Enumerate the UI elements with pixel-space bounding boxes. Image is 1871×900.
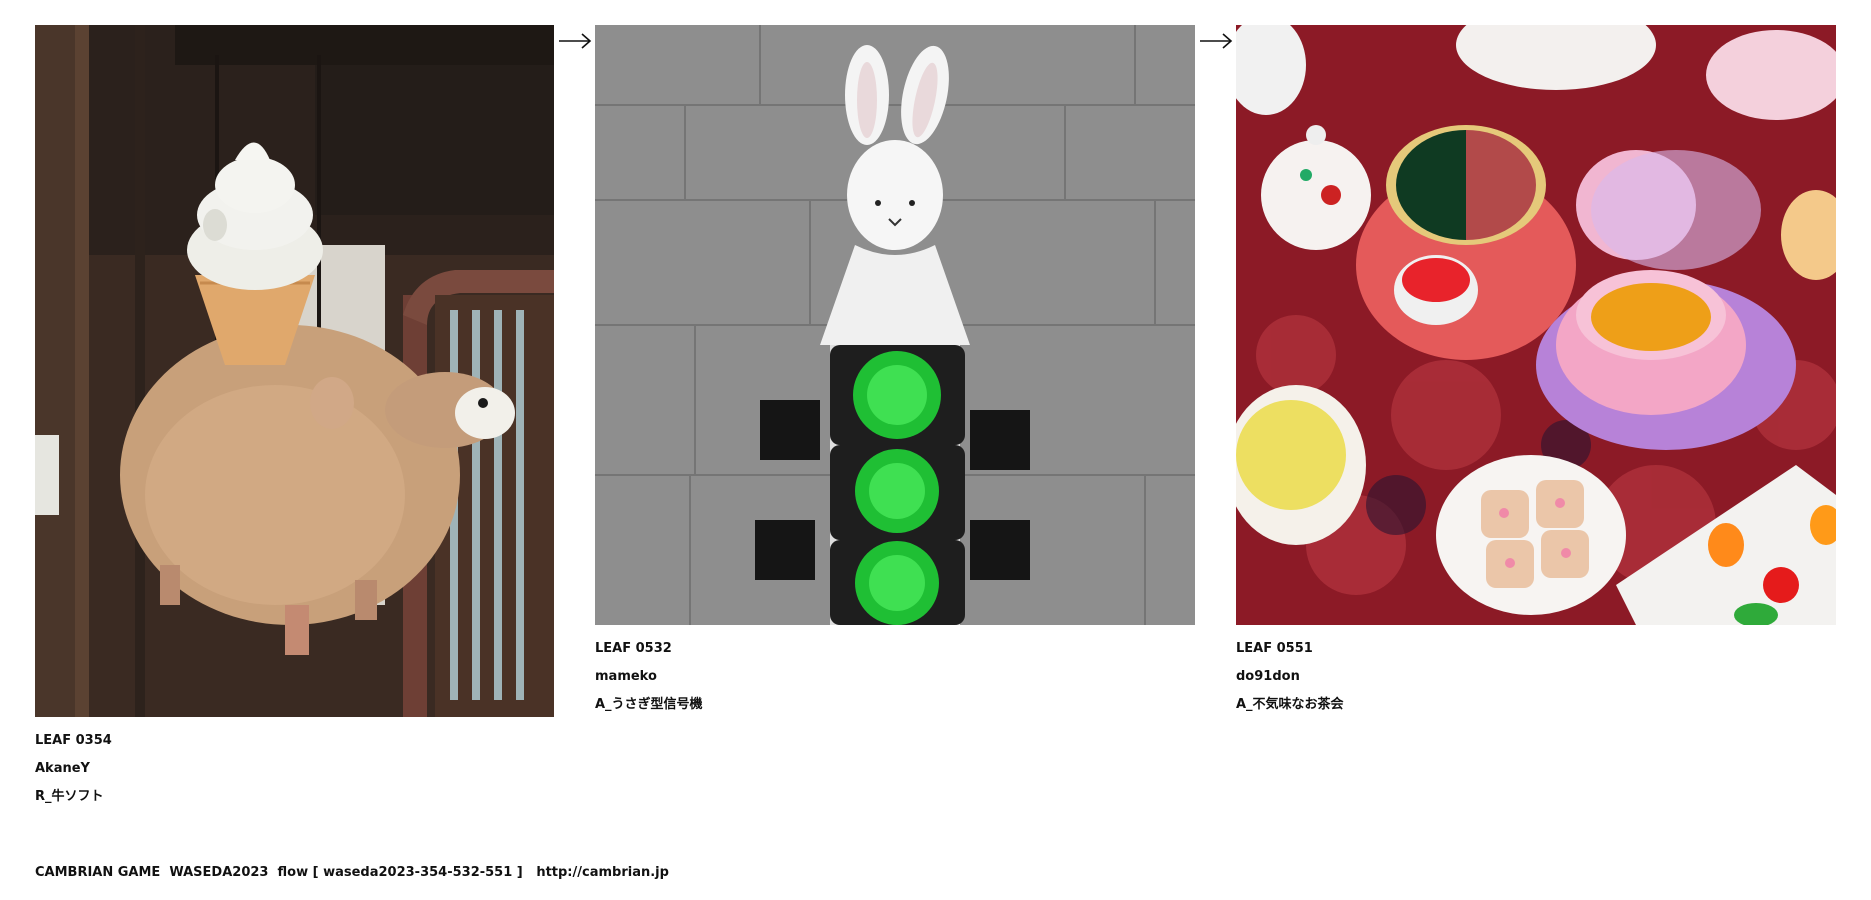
leaf-number: LEAF 0551 [1236,641,1313,656]
arrow-right-icon [1200,33,1233,49]
leaf-title: A_不気味なお茶会 [1236,697,1344,712]
leaf-card-0354: LEAF 0354 AkaneY R_牛ソフト [35,25,554,811]
leaf-number: LEAF 0354 [35,733,112,748]
leaf-image-rabbit-signal[interactable] [595,25,1195,625]
footer: CAMBRIAN GAME WASEDA2023 flow [ waseda20… [35,865,669,880]
leaf-author[interactable]: AkaneY [35,755,554,783]
leaf-title: A_うさぎ型信号機 [595,697,703,712]
leaf-number: LEAF 0532 [595,641,672,656]
leaf-image-tea-party[interactable] [1236,25,1836,625]
leaf-image-cow-icecream[interactable] [35,25,554,717]
footer-link[interactable]: http://cambrian.jp [536,865,669,880]
leaf-title: R_牛ソフト [35,789,104,804]
leaf-author[interactable]: do91don [1236,663,1836,691]
leaf-card-0532: LEAF 0532 mameko A_うさぎ型信号機 [595,25,1195,719]
arrow-right-icon [559,33,592,49]
footer-text: CAMBRIAN GAME WASEDA2023 flow [ waseda20… [35,865,537,880]
leaf-author[interactable]: mameko [595,663,1195,691]
leaf-card-0551: LEAF 0551 do91don A_不気味なお茶会 [1236,25,1836,719]
